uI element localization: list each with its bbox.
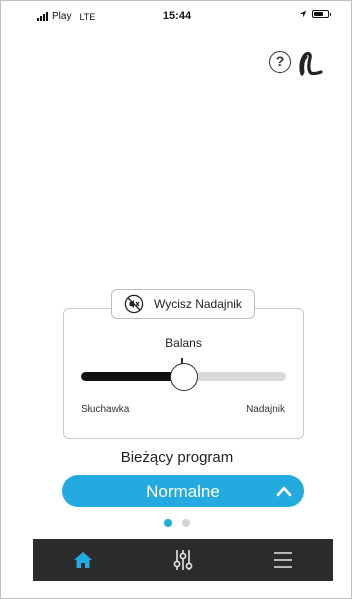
program-title: Bieżący program [120,449,234,466]
slider-thumb[interactable] [170,363,198,391]
status-right [299,10,331,18]
page-indicator [1,519,352,527]
balance-left-label: Słuchawka [81,404,130,415]
program-value: Normalne [146,482,220,501]
balance-right-label: Nadajnik [246,404,285,415]
chevron-up-icon [276,486,292,497]
sliders-icon [173,550,193,570]
status-bar: Play LTE 15:44 [1,1,352,31]
tab-home[interactable] [33,539,133,581]
tab-bar [33,539,333,581]
mute-label: Wycisz Nadajnik [154,297,242,311]
muted-speaker-icon [124,294,144,314]
help-icon[interactable]: ? [269,51,291,73]
app-screen: Play LTE 15:44 ? Wycisz Nadajnik Balans [0,0,352,599]
hamburger-menu-icon [274,552,292,568]
tab-menu[interactable] [233,539,333,581]
balance-title: Balans [165,336,202,350]
home-icon [74,552,92,568]
program-dropdown[interactable]: Normalne [62,475,304,507]
balance-slider[interactable] [81,358,286,394]
mute-transmitter-button[interactable]: Wycisz Nadajnik [111,289,255,319]
battery-fill [314,12,324,16]
page-dot-2[interactable] [182,519,190,527]
location-arrow-icon [299,10,307,18]
slider-fill [81,372,184,381]
battery-icon [312,10,331,18]
page-dot-1[interactable] [164,519,172,527]
tab-equalizer[interactable] [133,539,233,581]
hearing-aid-icon[interactable] [297,50,325,76]
